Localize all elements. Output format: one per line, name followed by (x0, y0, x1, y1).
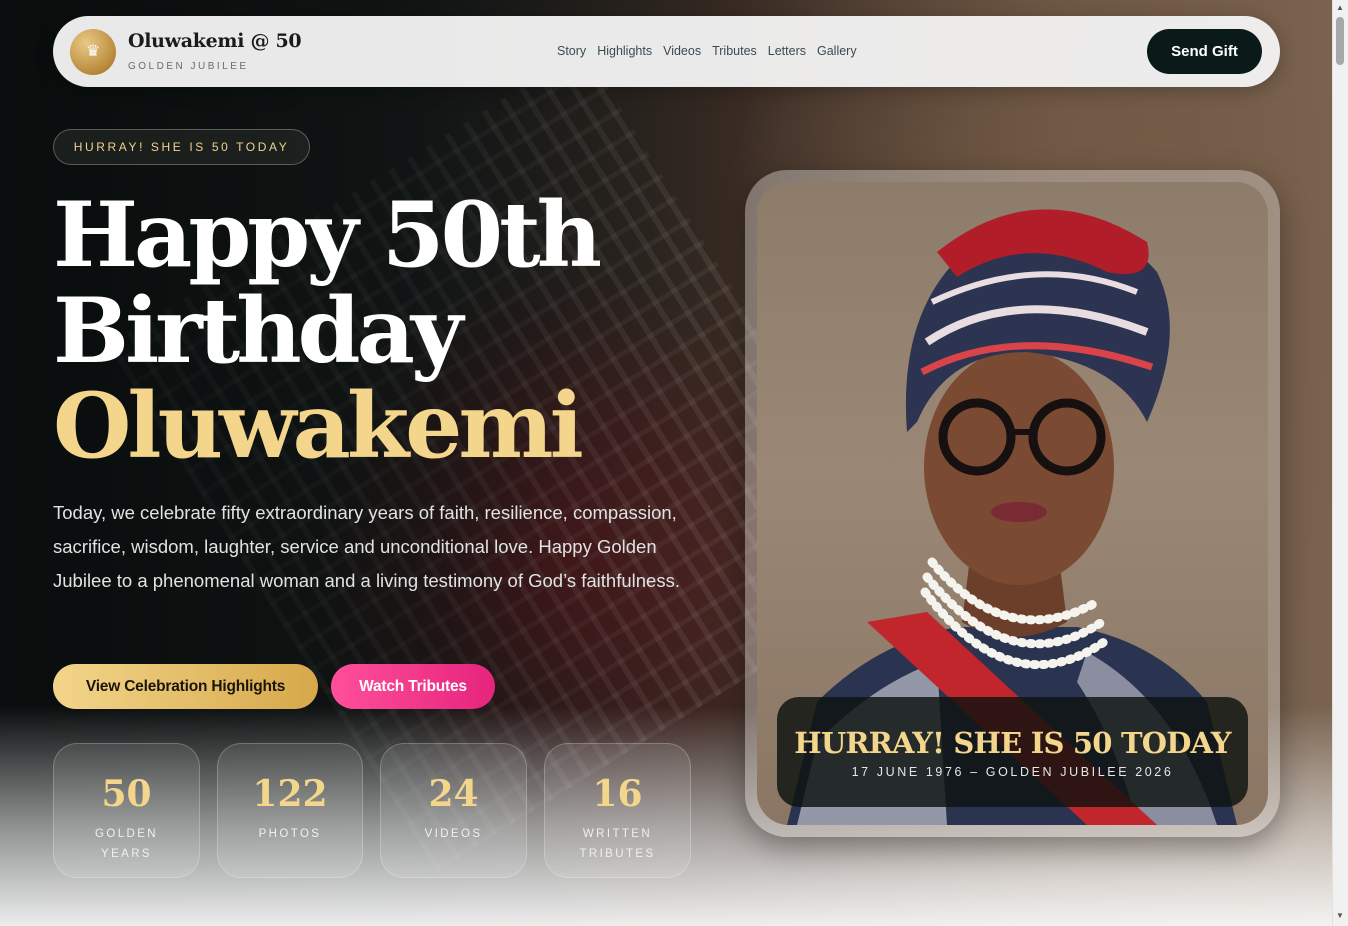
nav-links: Story Highlights Videos Tributes Letters… (557, 44, 857, 58)
nav-link-highlights[interactable]: Highlights (597, 44, 652, 58)
top-navigation: ♛ Oluwakemi @ 50 GOLDEN JUBILEE Story Hi… (53, 16, 1280, 87)
page-scrollbar[interactable]: ▲ ▼ (1332, 0, 1348, 926)
stat-value: 122 (252, 773, 328, 815)
caption-title: HURRAY! SHE IS 50 TODAY (794, 726, 1231, 760)
nav-link-tributes[interactable]: Tributes (712, 44, 757, 58)
stat-value: 16 (592, 773, 643, 815)
hero-intro-text: Today, we celebrate fifty extraordinary … (53, 502, 680, 591)
scrollbar-thumb[interactable] (1336, 17, 1344, 65)
crown-icon[interactable]: ♛ (70, 29, 116, 75)
portrait-card: HURRAY! SHE IS 50 TODAY 17 JUNE 1976 – G… (745, 170, 1280, 837)
nav-link-gallery[interactable]: Gallery (817, 44, 857, 58)
stat-label: WRITTEN TRIBUTES (579, 828, 656, 860)
stat-card-photos: 122 PHOTOS (217, 743, 363, 878)
stat-label: VIDEOS (424, 828, 483, 840)
hero-badge: HURRAY! SHE IS 50 TODAY (53, 129, 310, 165)
brand-title[interactable]: Oluwakemi @ 50 (128, 30, 302, 52)
stat-card-videos: 24 VIDEOS (380, 743, 527, 878)
nav-link-story[interactable]: Story (557, 44, 586, 58)
scroll-up-arrow-icon[interactable]: ▲ (1336, 4, 1344, 12)
nav-link-letters[interactable]: Letters (768, 44, 806, 58)
send-gift-button[interactable]: Send Gift (1147, 29, 1262, 74)
view-highlights-button[interactable]: View Celebration Highlights (53, 664, 318, 709)
stat-card-years: 50 GOLDEN YEARS (53, 743, 200, 878)
watch-tributes-button[interactable]: Watch Tributes (331, 664, 495, 709)
hero-heading-line1: Happy 50th (53, 182, 602, 288)
hero-heading-line2: Birthday (53, 278, 463, 384)
stat-card-tributes: 16 WRITTEN TRIBUTES (544, 743, 691, 878)
caption-subtitle: 17 JUNE 1976 – GOLDEN JUBILEE 2026 (851, 765, 1174, 779)
stat-label: PHOTOS (258, 828, 322, 840)
stat-label: GOLDEN YEARS (95, 828, 158, 860)
scroll-down-arrow-icon[interactable]: ▼ (1336, 912, 1344, 920)
nav-link-videos[interactable]: Videos (663, 44, 701, 58)
hero-heading-name: Oluwakemi (53, 373, 584, 479)
portrait-photo[interactable]: HURRAY! SHE IS 50 TODAY 17 JUNE 1976 – G… (757, 182, 1268, 825)
stat-value: 50 (101, 773, 152, 815)
stat-value: 24 (428, 773, 479, 815)
brand-subtitle: GOLDEN JUBILEE (128, 61, 249, 72)
portrait-caption: HURRAY! SHE IS 50 TODAY 17 JUNE 1976 – G… (777, 697, 1248, 807)
